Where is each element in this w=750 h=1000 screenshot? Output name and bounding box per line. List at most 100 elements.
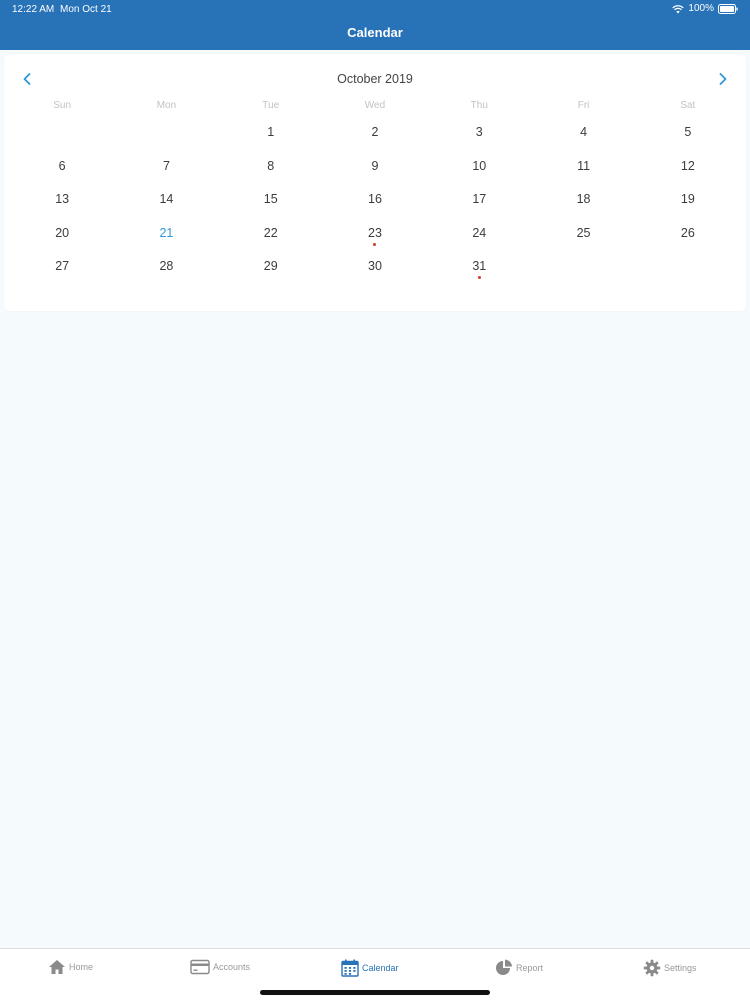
weekday-label: Tue bbox=[262, 100, 280, 111]
day-number: 22 bbox=[263, 225, 278, 240]
day-cell[interactable]: 3 bbox=[427, 116, 531, 150]
status-time: 12:22 AM bbox=[12, 4, 55, 15]
day-number: 14 bbox=[159, 192, 174, 207]
day-number: 23 bbox=[368, 225, 382, 240]
day-cell[interactable]: 15 bbox=[219, 183, 323, 217]
weekday-label: Mon bbox=[156, 100, 177, 111]
day-number: 27 bbox=[55, 259, 70, 274]
calendar-icon bbox=[341, 959, 359, 977]
day-number: 20 bbox=[55, 225, 70, 240]
day-number: 3 bbox=[475, 125, 483, 139]
day-cell[interactable]: 14 bbox=[114, 183, 218, 217]
status-date: Mon Oct 21 bbox=[60, 4, 112, 15]
day-cell[interactable]: 2 bbox=[323, 116, 427, 150]
day-number: 12 bbox=[680, 158, 695, 173]
day-cell[interactable]: 22 bbox=[219, 217, 323, 251]
day-number: 19 bbox=[680, 192, 695, 207]
chevron-right-icon bbox=[719, 73, 727, 85]
day-cell[interactable]: 12 bbox=[636, 150, 740, 184]
day-cell[interactable]: 20 bbox=[10, 217, 114, 251]
day-cell-today[interactable]: 21 bbox=[114, 217, 218, 251]
home-indicator bbox=[260, 990, 490, 995]
day-number: 21 bbox=[159, 225, 174, 240]
day-number: 2 bbox=[371, 125, 379, 139]
day-cell[interactable]: 11 bbox=[531, 150, 635, 184]
day-cell[interactable]: 31 bbox=[427, 250, 531, 284]
day-cell[interactable]: 30 bbox=[323, 250, 427, 284]
day-number: 17 bbox=[472, 192, 487, 207]
weekday-label: Fri bbox=[577, 100, 590, 111]
tab-label: Report bbox=[516, 963, 544, 973]
next-month-button[interactable] bbox=[716, 71, 730, 87]
day-number: 30 bbox=[368, 259, 382, 274]
day-number: 7 bbox=[162, 158, 170, 173]
day-cell[interactable]: 29 bbox=[219, 250, 323, 284]
day-cell[interactable]: 6 bbox=[10, 150, 114, 184]
day-number: 16 bbox=[368, 192, 382, 207]
credit-card-icon bbox=[190, 959, 210, 975]
day-cell[interactable]: 18 bbox=[531, 183, 635, 217]
day-cell[interactable]: 23 bbox=[323, 217, 427, 251]
day-cell[interactable]: 17 bbox=[427, 183, 531, 217]
day-number: 11 bbox=[577, 158, 591, 173]
weekday-header: Sun Mon Tue Wed Thu Fri Sat bbox=[10, 100, 740, 111]
battery-percent: 100% bbox=[688, 3, 714, 14]
app-header: 12:22 AM Mon Oct 21 100% Calendar bbox=[0, 0, 750, 50]
day-number: 13 bbox=[55, 192, 70, 207]
month-label: October 2019 bbox=[337, 72, 413, 86]
home-icon bbox=[49, 960, 65, 974]
day-number: 28 bbox=[159, 259, 174, 274]
page-title: Calendar bbox=[347, 25, 403, 40]
battery-icon bbox=[718, 3, 738, 14]
day-number: 8 bbox=[267, 158, 275, 173]
day-number: 29 bbox=[263, 259, 278, 274]
weekday-label: Thu bbox=[470, 100, 488, 111]
day-grid: 1 2 3 4 5 6 7 8 9 10 11 12 13 14 15 16 17 18 19 20 21 22 23 24 2… bbox=[10, 116, 740, 284]
event-dot bbox=[477, 276, 481, 280]
day-cell[interactable]: 7 bbox=[114, 150, 218, 184]
tab-home[interactable]: Home bbox=[48, 959, 93, 975]
gear-icon bbox=[643, 959, 661, 977]
day-cell[interactable]: 4 bbox=[531, 116, 635, 150]
day-cell[interactable]: 8 bbox=[219, 150, 323, 184]
day-cell[interactable]: 27 bbox=[10, 250, 114, 284]
calendar-card: October 2019 Sun Mon Tue Wed Thu Fri Sat 12345… bbox=[4, 54, 746, 311]
tab-label: Home bbox=[69, 962, 94, 972]
day-cell[interactable]: 9 bbox=[323, 150, 427, 184]
weekday-label: Wed bbox=[364, 100, 386, 111]
day-cell[interactable]: 16 bbox=[323, 183, 427, 217]
tab-label: Accounts bbox=[213, 962, 251, 972]
day-number: 4 bbox=[580, 125, 588, 139]
day-cell[interactable]: 13 bbox=[10, 183, 114, 217]
empty-day-cell bbox=[10, 116, 114, 150]
day-number: 15 bbox=[263, 192, 278, 207]
event-dot bbox=[373, 242, 377, 246]
day-cell[interactable]: 5 bbox=[636, 116, 740, 150]
day-number: 5 bbox=[684, 125, 692, 139]
day-cell[interactable]: 24 bbox=[427, 217, 531, 251]
day-cell[interactable]: 10 bbox=[427, 150, 531, 184]
tab-settings[interactable]: Settings bbox=[643, 959, 697, 977]
pie-chart-icon bbox=[496, 959, 512, 975]
empty-day-cell bbox=[114, 116, 218, 150]
weekday-label: Sat bbox=[680, 100, 696, 111]
tab-report[interactable]: Report bbox=[495, 959, 543, 977]
tab-label: Calendar bbox=[362, 963, 399, 973]
day-number: 9 bbox=[371, 158, 379, 173]
day-cell[interactable]: 26 bbox=[636, 217, 740, 251]
day-number: 26 bbox=[680, 225, 695, 240]
tab-calendar[interactable]: Calendar bbox=[341, 959, 399, 977]
day-number: 6 bbox=[58, 158, 66, 173]
status-indicators: 100% bbox=[672, 3, 738, 14]
day-cell[interactable]: 28 bbox=[114, 250, 218, 284]
day-number: 10 bbox=[472, 158, 487, 173]
day-number: 18 bbox=[576, 192, 591, 207]
tab-accounts[interactable]: Accounts bbox=[190, 959, 250, 975]
weekday-label: Sun bbox=[53, 100, 72, 111]
day-cell[interactable]: 19 bbox=[636, 183, 740, 217]
day-cell[interactable]: 1 bbox=[219, 116, 323, 150]
day-cell[interactable]: 25 bbox=[531, 217, 635, 251]
day-number: 25 bbox=[576, 225, 591, 240]
wifi-icon bbox=[672, 4, 685, 13]
day-number: 24 bbox=[472, 225, 487, 240]
